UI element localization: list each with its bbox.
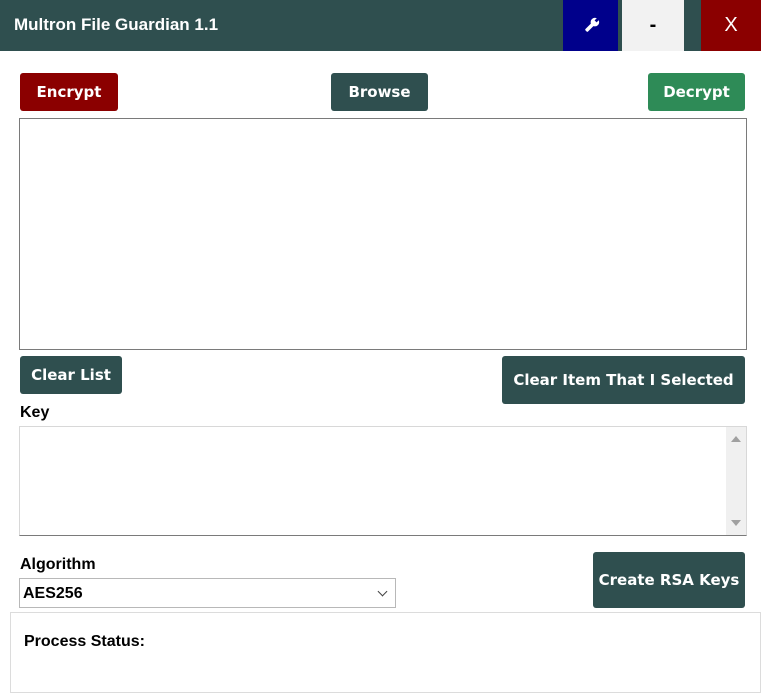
minimize-button[interactable]: - — [622, 0, 684, 51]
window-title: Multron File Guardian 1.1 — [14, 15, 219, 34]
algorithm-label: Algorithm — [20, 556, 96, 573]
close-button[interactable]: X — [701, 0, 761, 51]
algorithm-selected-value: AES256 — [23, 585, 83, 602]
key-label: Key — [20, 404, 50, 421]
key-input[interactable] — [19, 426, 747, 536]
settings-button[interactable] — [563, 0, 618, 51]
process-status-panel: Process Status: — [10, 612, 761, 693]
process-status-label: Process Status: — [24, 633, 145, 650]
algorithm-select[interactable]: AES256 — [19, 578, 396, 608]
wrench-icon — [584, 16, 600, 32]
chevron-down-icon — [377, 586, 388, 597]
create-rsa-keys-button[interactable]: Create RSA Keys — [593, 552, 745, 608]
browse-button[interactable]: Browse — [331, 73, 428, 111]
encrypt-button[interactable]: Encrypt — [20, 73, 118, 111]
key-scrollbar[interactable] — [726, 427, 746, 535]
decrypt-button[interactable]: Decrypt — [648, 73, 745, 111]
title-bar: Multron File Guardian 1.1 - X — [0, 0, 761, 51]
scroll-up-arrow-icon[interactable] — [731, 436, 741, 442]
scroll-down-arrow-icon[interactable] — [731, 520, 741, 526]
clear-list-button[interactable]: Clear List — [20, 356, 122, 394]
file-list[interactable] — [19, 118, 747, 350]
clear-selected-item-button[interactable]: Clear Item That I Selected — [502, 356, 745, 404]
